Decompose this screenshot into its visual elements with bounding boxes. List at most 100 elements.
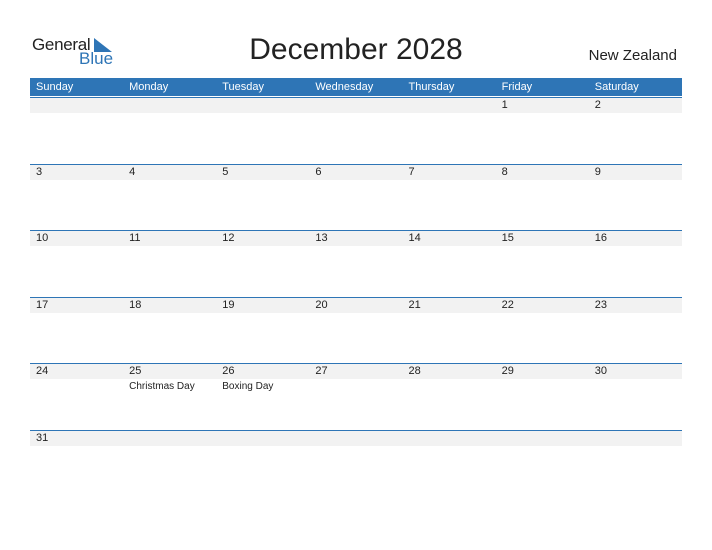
day-number: 25	[129, 365, 142, 377]
calendar-week: 24 25 26 27 28 29 30 Christmas Day Boxing Day	[30, 363, 682, 393]
day-number: 31	[36, 431, 49, 444]
day-number: 12	[222, 232, 235, 244]
weekday-tuesday: Tuesday	[222, 81, 265, 93]
day-number: 3	[36, 165, 43, 178]
day-number: 1	[501, 99, 508, 111]
calendar-grid: Sunday Monday Tuesday Wednesday Thursday…	[30, 78, 682, 446]
holiday-label	[123, 180, 216, 181]
date-strip: 3 4 5 6 7 8 9	[30, 164, 682, 180]
day-number	[216, 98, 309, 113]
holiday-label	[123, 446, 216, 447]
day-number	[123, 431, 216, 446]
day-number: 22	[501, 298, 514, 311]
holiday-label	[589, 446, 682, 447]
holiday-row	[30, 446, 682, 447]
day-number: 5	[222, 165, 229, 178]
day-number	[496, 431, 589, 446]
day-number: 15	[501, 232, 514, 244]
day-number	[589, 431, 682, 446]
calendar-week: 17 18 19 20 21 22 23	[30, 296, 682, 314]
holiday-label	[123, 246, 216, 247]
holiday-label	[309, 379, 402, 393]
country-label: New Zealand	[588, 47, 677, 64]
day-number: 29	[501, 365, 514, 377]
day-number: 2	[594, 99, 601, 111]
holiday-row	[30, 246, 682, 247]
date-strip: 12	[30, 98, 682, 113]
day-number: 11	[129, 232, 141, 244]
day-number	[403, 98, 496, 113]
holiday-label	[496, 313, 589, 314]
holiday-label	[30, 180, 123, 181]
holiday-label	[30, 446, 123, 447]
day-number	[30, 98, 123, 113]
holiday-row	[30, 180, 682, 181]
holiday-label	[123, 113, 216, 114]
holiday-label	[496, 379, 589, 393]
weekday-saturday: Saturday	[594, 81, 639, 93]
day-number: 14	[408, 232, 421, 244]
holiday-label	[216, 180, 309, 181]
date-strip: 31	[30, 430, 682, 446]
day-number	[309, 98, 402, 113]
weekday-thursday: Thursday	[408, 81, 455, 93]
holiday-label	[403, 180, 496, 181]
holiday-label	[30, 113, 123, 114]
calendar-week: 12	[30, 97, 682, 114]
date-strip: 10 11 12 13 14 15 16	[30, 231, 682, 246]
day-number: 10	[36, 232, 49, 244]
holiday-label	[309, 446, 402, 447]
holiday-label	[403, 446, 496, 447]
day-number: 30	[594, 365, 607, 377]
weekday-sunday: Sunday	[36, 81, 74, 93]
holiday-label	[216, 113, 309, 114]
holiday-row	[30, 113, 682, 114]
holiday-label	[403, 379, 496, 393]
holiday-label	[403, 246, 496, 247]
day-number	[216, 431, 309, 446]
holiday-label: Boxing Day	[222, 381, 274, 392]
day-number: 28	[408, 365, 421, 377]
weekday-header: Sunday Monday Tuesday Wednesday Thursday…	[30, 78, 682, 96]
holiday-row	[30, 313, 682, 314]
day-number: 26	[222, 365, 235, 377]
holiday-label	[309, 180, 402, 181]
date-strip: 24 25 26 27 28 29 30	[30, 364, 682, 379]
holiday-label	[589, 113, 682, 114]
weekday-friday: Friday	[501, 81, 533, 93]
day-number: 18	[129, 298, 142, 311]
holiday-label	[30, 379, 123, 393]
day-number: 13	[315, 232, 328, 244]
day-number: 6	[315, 165, 322, 178]
holiday-label	[216, 313, 309, 314]
calendar-week: 31	[30, 429, 682, 447]
holiday-label	[309, 113, 402, 114]
day-number: 27	[315, 365, 328, 377]
calendar-week: 10 11 12 13 14 15 16	[30, 230, 682, 247]
holiday-label: Christmas Day	[129, 381, 195, 392]
day-number: 8	[501, 165, 508, 178]
holiday-label	[496, 180, 589, 181]
day-number	[309, 431, 402, 446]
date-strip: 17 18 19 20 21 22 23	[30, 297, 682, 313]
holiday-row: Christmas Day Boxing Day	[30, 379, 682, 393]
holiday-label	[216, 246, 309, 247]
holiday-label	[589, 313, 682, 314]
holiday-label	[589, 379, 682, 393]
day-number: 19	[222, 298, 235, 311]
day-number: 7	[408, 165, 415, 178]
calendar-week: 3 4 5 6 7 8 9	[30, 163, 682, 181]
holiday-label	[123, 313, 216, 314]
day-number: 24	[36, 365, 49, 377]
day-number: 20	[315, 298, 328, 311]
day-number	[123, 98, 216, 113]
holiday-label	[589, 246, 682, 247]
holiday-label	[30, 246, 123, 247]
weekday-monday: Monday	[129, 81, 169, 93]
holiday-label	[30, 313, 123, 314]
day-number: 23	[594, 298, 607, 311]
day-number: 21	[408, 298, 421, 311]
holiday-label	[403, 313, 496, 314]
day-number: 4	[129, 165, 136, 178]
day-number: 9	[594, 165, 601, 178]
